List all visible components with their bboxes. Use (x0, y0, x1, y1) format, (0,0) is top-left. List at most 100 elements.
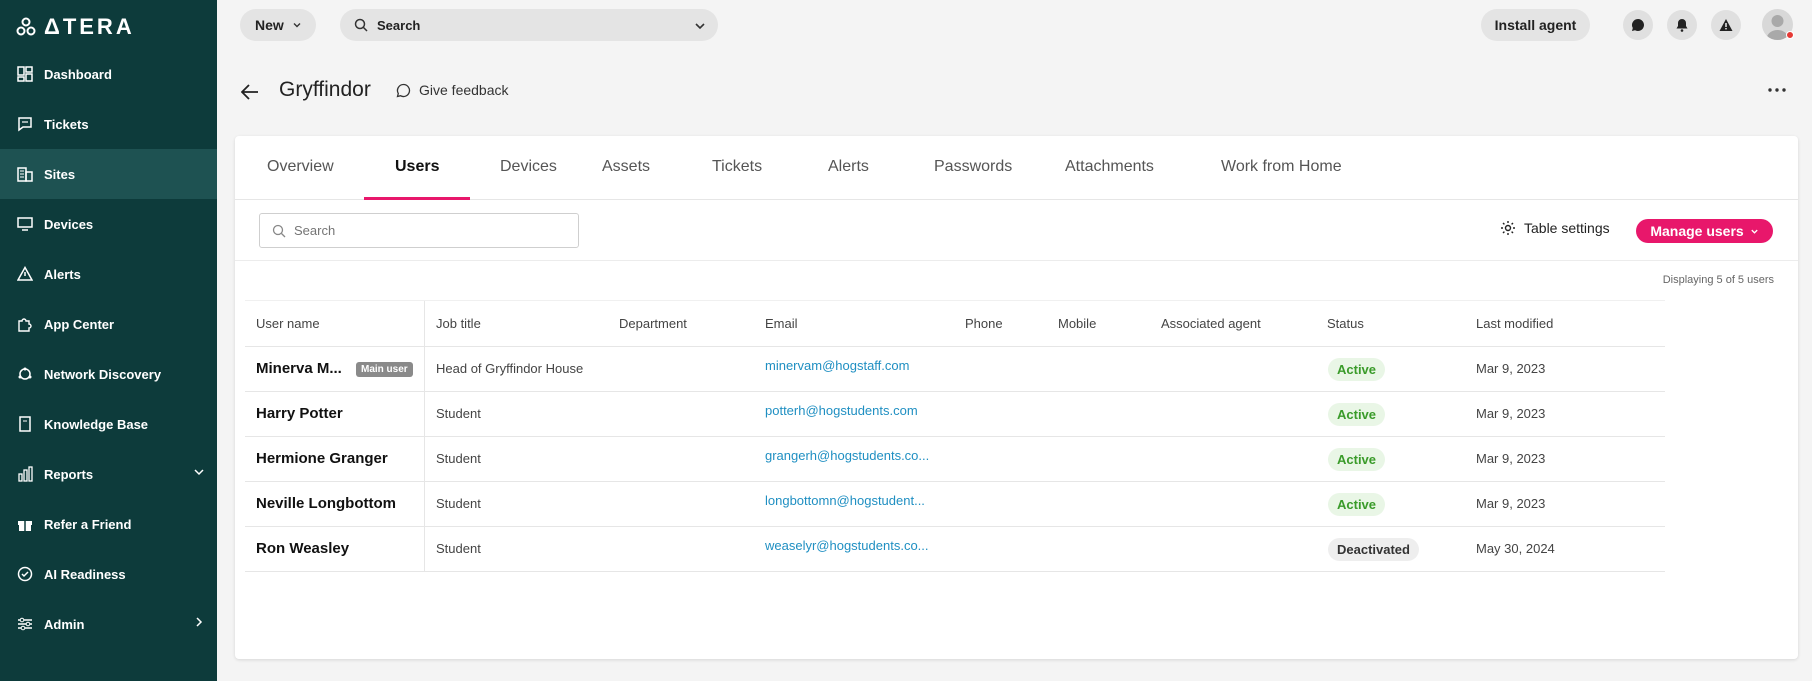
manage-users-button[interactable]: Manage users (1636, 219, 1773, 243)
status-badge: Active (1328, 448, 1386, 471)
column-header-job-title[interactable]: Job title (436, 316, 481, 331)
tab-bar: Overview Users Devices Assets Tickets Al… (235, 136, 1798, 200)
sidebar-item-label: AI Readiness (44, 566, 126, 582)
column-separator (424, 347, 425, 391)
tab-work-from-home[interactable]: Work from Home (1221, 158, 1342, 176)
users-search-input[interactable] (294, 223, 564, 238)
user-name[interactable]: Minerva M... (256, 360, 351, 377)
email-link[interactable]: grangerh@hogstudents.co... (765, 448, 945, 463)
last-modified: Mar 9, 2023 (1476, 451, 1546, 466)
column-header-user-name[interactable]: User name (256, 316, 320, 331)
chat-button[interactable] (1623, 10, 1653, 40)
column-header-associated-agent[interactable]: Associated agent (1161, 316, 1261, 331)
alert-icon (16, 265, 34, 283)
sidebar-item-dashboard[interactable]: Dashboard (0, 49, 217, 99)
sidebar-item-ai-readiness[interactable]: AI Readiness (0, 549, 217, 599)
chevron-down-icon (293, 23, 301, 28)
column-separator (424, 527, 425, 571)
column-header-email[interactable]: Email (765, 316, 798, 331)
column-header-phone[interactable]: Phone (965, 316, 1003, 331)
column-header-last-modified[interactable]: Last modified (1476, 316, 1553, 331)
table-settings-button[interactable]: Table settings (1500, 220, 1610, 236)
active-tab-indicator (364, 197, 470, 200)
sidebar-item-devices[interactable]: Devices (0, 199, 217, 249)
column-separator (424, 437, 425, 481)
user-name[interactable]: Ron Weasley (256, 540, 349, 557)
chart-icon (16, 465, 34, 483)
building-icon (16, 165, 34, 183)
sliders-icon (16, 615, 34, 633)
tab-users[interactable]: Users (395, 158, 439, 176)
check-circle-icon (16, 565, 34, 583)
sidebar-item-label: Admin (44, 616, 85, 632)
tab-attachments[interactable]: Attachments (1065, 158, 1154, 176)
gear-icon (1501, 221, 1515, 235)
column-header-department[interactable]: Department (619, 316, 687, 331)
sidebar-item-reports[interactable]: Reports (0, 449, 217, 499)
column-header-mobile[interactable]: Mobile (1058, 316, 1096, 331)
email-link[interactable]: potterh@hogstudents.com (765, 403, 945, 418)
book-icon (16, 415, 34, 433)
network-icon (16, 365, 34, 383)
notifications-button[interactable] (1667, 10, 1697, 40)
global-search[interactable]: Search (340, 9, 718, 41)
sidebar-item-knowledge-base[interactable]: Knowledge Base (0, 399, 217, 449)
sidebar-item-label: Alerts (44, 266, 81, 282)
status-badge: Active (1328, 493, 1386, 516)
alerts-button[interactable] (1711, 10, 1741, 40)
atera-logo[interactable]: ΔTERA (16, 14, 135, 40)
table-row[interactable]: Harry Potter Student potterh@hogstudents… (245, 392, 1665, 437)
back-arrow-icon[interactable] (241, 84, 259, 100)
page-title: Gryffindor (279, 78, 371, 101)
sidebar-item-label: Knowledge Base (44, 416, 149, 432)
give-feedback-label: Give feedback (419, 82, 509, 98)
chevron-right-icon (196, 617, 203, 627)
logo-text: ΔTERA (44, 14, 135, 39)
sidebar-item-label: Tickets (44, 116, 89, 132)
install-agent-button[interactable]: Install agent (1481, 9, 1590, 41)
email-link[interactable]: minervam@hogstaff.com (765, 358, 945, 373)
manage-users-label: Manage users (1650, 223, 1744, 239)
email-link[interactable]: weaselyr@hogstudents.co... (765, 538, 945, 553)
give-feedback-button[interactable]: Give feedback (396, 82, 509, 98)
more-options-icon[interactable] (1768, 88, 1786, 92)
tab-devices[interactable]: Devices (500, 158, 557, 176)
sidebar-item-label: Sites (44, 166, 76, 182)
table-row[interactable]: Neville Longbottom Student longbottomn@h… (245, 482, 1665, 527)
users-search[interactable] (259, 213, 579, 248)
table-row[interactable]: Minerva M... Main user Head of Gryffindo… (245, 347, 1665, 392)
new-button[interactable]: New (240, 9, 316, 41)
displaying-count: Displaying 5 of 5 users (1662, 274, 1774, 286)
users-table: User name Job title Department Email Pho… (245, 300, 1665, 572)
user-name[interactable]: Neville Longbottom (256, 495, 396, 512)
status-badge: Active (1328, 358, 1386, 381)
tab-assets[interactable]: Assets (602, 158, 650, 176)
tab-alerts[interactable]: Alerts (828, 158, 869, 176)
main-user-badge: Main user (356, 362, 413, 377)
sidebar-item-app-center[interactable]: App Center (0, 299, 217, 349)
user-name[interactable]: Hermione Granger (256, 450, 388, 467)
tab-tickets[interactable]: Tickets (712, 158, 762, 176)
tab-overview[interactable]: Overview (267, 158, 334, 176)
sidebar-item-admin[interactable]: Admin (0, 599, 217, 649)
global-search-label: Search (377, 17, 421, 33)
sidebar-item-sites[interactable]: Sites (0, 149, 217, 199)
column-separator (424, 482, 425, 526)
user-name[interactable]: Harry Potter (256, 405, 343, 422)
tab-passwords[interactable]: Passwords (934, 158, 1012, 176)
sidebar-item-alerts[interactable]: Alerts (0, 249, 217, 299)
job-title: Head of Gryffindor House (436, 361, 584, 376)
sidebar-item-label: Network Discovery (44, 366, 162, 382)
search-icon (354, 18, 368, 32)
email-link[interactable]: longbottomn@hogstudent... (765, 493, 945, 508)
table-row[interactable]: Ron Weasley Student weaselyr@hogstudents… (245, 527, 1665, 572)
sidebar-item-network-discovery[interactable]: Network Discovery (0, 349, 217, 399)
table-row[interactable]: Hermione Granger Student grangerh@hogstu… (245, 437, 1665, 482)
dashboard-icon (16, 65, 34, 83)
last-modified: Mar 9, 2023 (1476, 361, 1546, 376)
sidebar: ΔTERA Dashboard Tickets Sites Devices Al… (0, 0, 217, 681)
column-header-status[interactable]: Status (1327, 316, 1364, 331)
sidebar-item-refer-a-friend[interactable]: Refer a Friend (0, 499, 217, 549)
sidebar-item-tickets[interactable]: Tickets (0, 99, 217, 149)
speech-bubble-icon (396, 83, 411, 97)
